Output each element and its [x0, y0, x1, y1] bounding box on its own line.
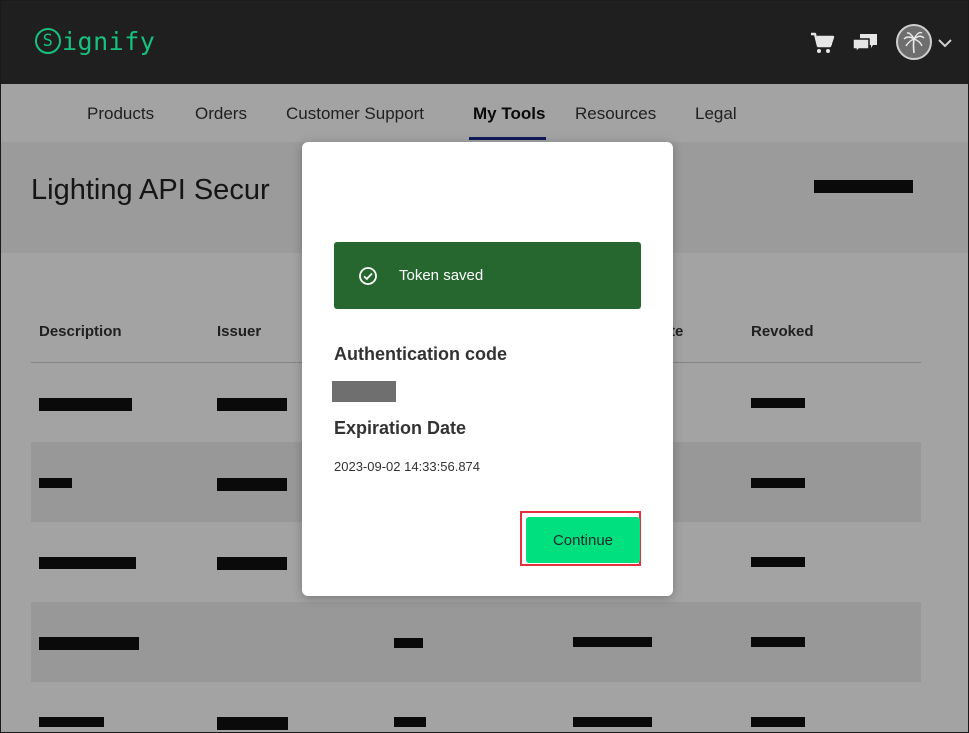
token-saved-dialog: Token saved Authentication code Expirati… [302, 142, 673, 596]
continue-button[interactable]: Continue [526, 517, 640, 563]
auth-code-value-redacted [332, 381, 396, 402]
top-header: Signify [1, 1, 968, 84]
logo-initial: S [35, 28, 61, 54]
chat-icon[interactable] [849, 27, 881, 59]
success-message: Token saved [399, 267, 484, 284]
expiration-date-value: 2023-09-02 14:33:56.874 [334, 459, 481, 474]
expiration-date-label: Expiration Date [334, 418, 467, 438]
cart-icon[interactable] [806, 27, 838, 59]
logo-text: ignify [62, 26, 156, 56]
check-circle-icon [357, 265, 379, 287]
auth-code-label: Authentication code [334, 344, 508, 364]
signify-logo[interactable]: Signify [35, 23, 155, 59]
chevron-down-icon[interactable] [937, 35, 953, 51]
avatar[interactable] [896, 24, 932, 60]
success-banner: Token saved [334, 242, 641, 309]
app-window: Signify Products Orders Customer Support… [0, 0, 969, 733]
